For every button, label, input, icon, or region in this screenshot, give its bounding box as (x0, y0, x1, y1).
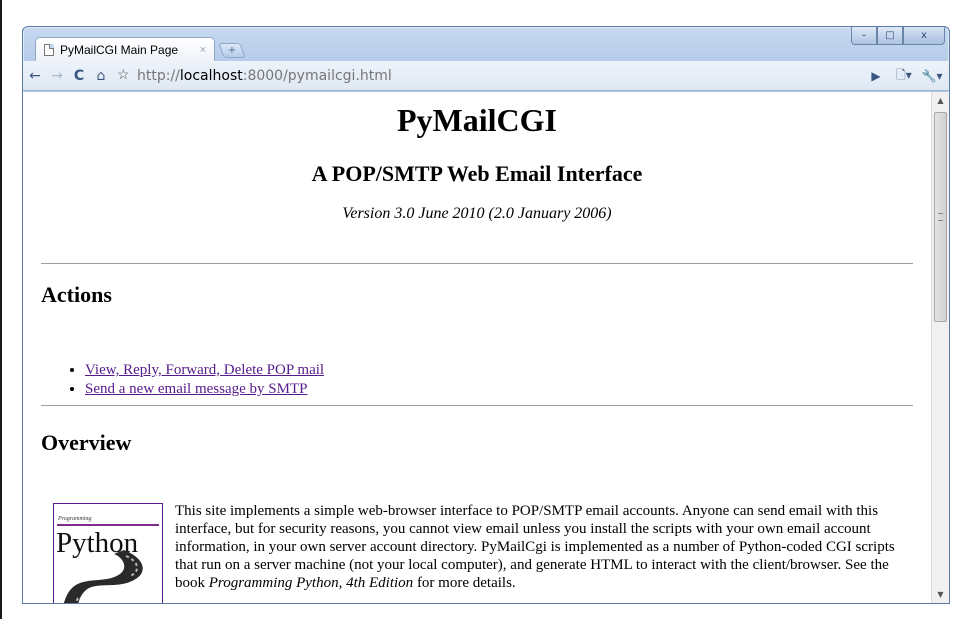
book-cover-header: Programming (58, 516, 92, 522)
toolbar: ← → C ⌂ ☆ http://localhost:8000/pymailcg… (23, 61, 949, 91)
window-controls: – □ x (851, 27, 945, 45)
url-host: localhost (179, 67, 243, 84)
plus-icon: + (227, 45, 237, 56)
star-icon[interactable]: ☆ (117, 67, 133, 84)
version-text: Version 3.0 June 2010 (2.0 January 2006) (342, 205, 612, 222)
url-scheme: http:// (137, 67, 180, 84)
overview-heading: Overview (41, 430, 132, 455)
send-smtp-link[interactable]: Send a new email message by SMTP (85, 381, 307, 397)
scroll-down-icon[interactable]: ▼ (932, 586, 949, 603)
vertical-scrollbar[interactable]: ▲ ▼ (931, 92, 949, 603)
tab-close-icon[interactable]: × (200, 44, 206, 56)
toolbar-right: ▶ 🗋▾ 🔧▾ (861, 65, 945, 87)
overview-paragraph: This site implements a simple web-browse… (175, 502, 915, 592)
overview-text-part2: for more details. (413, 575, 516, 591)
list-item: View, Reply, Forward, Delete POP mail (85, 361, 324, 380)
page-menu-icon[interactable]: 🗋▾ (891, 65, 917, 87)
list-item: Send a new email message by SMTP (85, 380, 324, 399)
scroll-up-icon[interactable]: ▲ (932, 92, 949, 109)
address-bar[interactable]: http://localhost:8000/pymailcgi.html (137, 68, 392, 84)
back-icon[interactable]: ← (25, 65, 45, 87)
browser-window: – □ x PyMailCGI Main Page × + ← → C ⌂ ☆ … (22, 26, 950, 604)
new-tab-button[interactable]: + (218, 43, 246, 58)
page-title: PyMailCGI (397, 102, 557, 138)
actions-heading: Actions (41, 282, 112, 307)
tab-pymailcgi-main-page[interactable]: PyMailCGI Main Page × (35, 37, 215, 61)
actions-list: View, Reply, Forward, Delete POP mail Se… (61, 361, 324, 399)
wrench-icon[interactable]: 🔧▾ (919, 65, 945, 87)
view-pop-mail-link[interactable]: View, Reply, Forward, Delete POP mail (85, 362, 324, 378)
maximize-button[interactable]: □ (877, 27, 903, 45)
page-content: PyMailCGI A POP/SMTP Web Email Interface… (23, 92, 931, 223)
book-title-text: Programming Python, 4th Edition (208, 575, 414, 591)
book-cover-image: Programming Python (53, 503, 163, 603)
page-icon (44, 43, 54, 56)
home-icon[interactable]: ⌂ (91, 65, 111, 87)
divider (41, 405, 913, 406)
tab-title: PyMailCGI Main Page (60, 42, 179, 57)
go-icon[interactable]: ▶ (863, 65, 889, 87)
minimize-button[interactable]: – (851, 27, 877, 45)
reload-icon[interactable]: C (69, 65, 89, 87)
divider (41, 263, 913, 264)
close-window-button[interactable]: x (903, 27, 945, 45)
forward-icon[interactable]: → (47, 65, 67, 87)
url-path: :8000/pymailcgi.html (242, 67, 392, 84)
page-subtitle: A POP/SMTP Web Email Interface (311, 161, 643, 186)
python-snake-illustration (63, 550, 143, 603)
scroll-thumb[interactable] (934, 112, 947, 322)
page-viewport: PyMailCGI A POP/SMTP Web Email Interface… (23, 92, 931, 603)
page-frame-line (0, 0, 2, 619)
